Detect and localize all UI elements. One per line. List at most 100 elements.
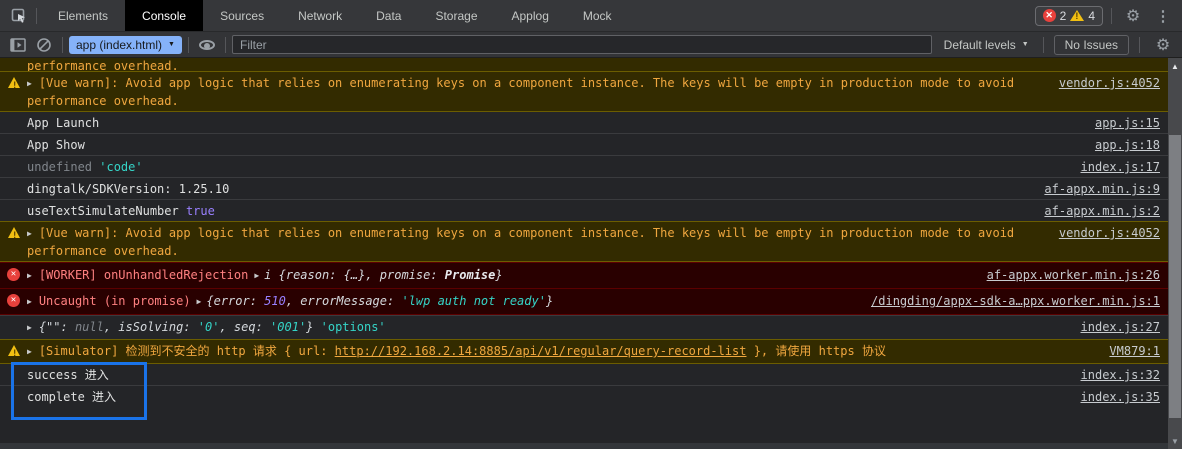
source-link[interactable]: app.js:18 (1095, 137, 1160, 153)
scrollbar-up-icon[interactable]: ▲ (1168, 62, 1182, 71)
tab-applog[interactable]: Applog (495, 0, 566, 31)
message-segment: , errorMessage: (286, 294, 402, 308)
message-segment: {error: (206, 294, 264, 308)
expand-caret-icon[interactable]: ▶ (27, 320, 32, 336)
console-message: ✕▶Uncaught (in promise)▶{error: 510, err… (0, 289, 1168, 315)
url-link[interactable]: http://192.168.2.14:8885/api/v1/regular/… (335, 344, 747, 358)
scrollbar-down-icon[interactable]: ▼ (1168, 437, 1182, 446)
message-text: undefined 'code' (27, 159, 1067, 175)
console-messages: performance overhead.▶[Vue warn]: Avoid … (0, 58, 1182, 449)
inspect-element-icon[interactable] (6, 3, 32, 29)
filter-input[interactable] (232, 35, 932, 54)
console-message: performance overhead. (0, 58, 1168, 72)
message-segment: [Vue warn]: Avoid app logic that relies … (27, 76, 1014, 108)
source-link[interactable]: app.js:15 (1095, 115, 1160, 131)
console-message: ▶{"": null, isSolving: '0', seq: '001'} … (0, 315, 1168, 339)
expand-caret-icon[interactable]: ▶ (254, 268, 259, 284)
error-count-icon: ✕ (1043, 9, 1056, 22)
message-segment: null (75, 320, 104, 334)
message-segment: '001' (270, 320, 306, 334)
tab-elements[interactable]: Elements (41, 0, 125, 31)
toolbar-right: Default levels ▼ No Issues ⚙ (940, 32, 1176, 58)
log-levels-label: Default levels (944, 38, 1016, 52)
chevron-down-icon: ▼ (1022, 41, 1029, 48)
tab-storage[interactable]: Storage (418, 0, 494, 31)
source-link[interactable]: VM879:1 (1109, 343, 1160, 359)
message-segment: dingtalk/SDKVersion: 1.25.10 (27, 182, 229, 196)
console-message: dingtalk/SDKVersion: 1.25.10 af-appx.min.… (0, 177, 1168, 199)
live-expression-eye-icon[interactable] (195, 34, 219, 56)
no-issues-button[interactable]: No Issues (1054, 35, 1129, 55)
more-options-icon[interactable]: ⋮ (1150, 3, 1176, 29)
tab-sources[interactable]: Sources (203, 0, 281, 31)
message-segment: useTextSimulateNumber (27, 204, 186, 218)
message-text: useTextSimulateNumber true (27, 203, 1030, 219)
message-segment: Promise (445, 268, 496, 282)
message-segment: } (306, 320, 320, 334)
divider (1139, 37, 1140, 53)
issues-counter[interactable]: ✕ 2 4 (1035, 6, 1103, 26)
message-segment: Uncaught (in promise) (39, 294, 191, 308)
source-link[interactable]: index.js:17 (1081, 159, 1160, 175)
expand-caret-icon[interactable]: ▶ (27, 344, 32, 360)
message-segment: [WORKER] onUnhandledRejection (39, 268, 249, 282)
message-segment: 510 (264, 294, 286, 308)
source-link[interactable]: af-appx.min.js:2 (1044, 203, 1160, 219)
expand-caret-icon[interactable]: ▶ (27, 226, 32, 242)
source-link[interactable]: vendor.js:4052 (1059, 225, 1160, 241)
message-segment: {reason: {…}, promise: (271, 268, 444, 282)
source-link[interactable]: af-appx.min.js:9 (1044, 181, 1160, 197)
source-link[interactable]: index.js:27 (1081, 319, 1160, 335)
expand-caret-icon[interactable]: ▶ (27, 268, 32, 284)
console-message: ▶[Simulator] 检测到不安全的 http 请求 { url: http… (0, 339, 1168, 364)
message-text: ▶{"": null, isSolving: '0', seq: '001'} … (27, 319, 1067, 337)
message-text: App Show (27, 137, 1081, 153)
console-message: ▶[Vue warn]: Avoid app logic that relies… (0, 221, 1168, 262)
source-link[interactable]: /dingding/appx-sdk-a…ppx.worker.min.js:1 (871, 293, 1160, 309)
tab-network[interactable]: Network (281, 0, 359, 31)
message-segment: {"": (39, 320, 75, 334)
expand-caret-icon[interactable]: ▶ (27, 76, 32, 92)
message-segment: App Show (27, 138, 85, 152)
message-segment: , isSolving: (104, 320, 198, 334)
source-link[interactable]: af-appx.worker.min.js:26 (987, 267, 1160, 283)
message-segment: [Vue warn]: Avoid app logic that relies … (27, 226, 1014, 258)
expand-caret-icon[interactable]: ▶ (27, 294, 32, 310)
tabbar-tabs: ElementsConsoleSourcesNetworkDataStorage… (41, 0, 629, 31)
message-text: complete 进入 (27, 389, 1067, 405)
console-sidebar-icon[interactable] (6, 34, 30, 56)
message-text: App Launch (27, 115, 1081, 131)
divider (62, 37, 63, 53)
context-selector[interactable]: app (index.html) ▼ (69, 36, 182, 54)
clear-console-icon[interactable] (32, 34, 56, 56)
console-message: App Launch app.js:15 (0, 112, 1168, 133)
message-text: performance overhead. (27, 58, 1160, 72)
console-message: undefined 'code' index.js:17 (0, 155, 1168, 177)
console-settings-gear-icon[interactable]: ⚙ (1150, 32, 1176, 58)
scrollbar-thumb[interactable] (1169, 135, 1181, 418)
log-levels-dropdown[interactable]: Default levels ▼ (940, 36, 1033, 54)
message-segment: 'lwp auth not ready' (401, 294, 546, 308)
tab-console[interactable]: Console (125, 0, 203, 31)
warning-icon (8, 345, 20, 356)
tab-data[interactable]: Data (359, 0, 418, 31)
source-link[interactable]: vendor.js:4052 (1059, 75, 1160, 91)
tab-mock[interactable]: Mock (566, 0, 629, 31)
divider (36, 8, 37, 24)
chevron-down-icon: ▼ (168, 41, 175, 48)
message-segment: } (546, 294, 553, 308)
expand-caret-icon[interactable]: ▶ (197, 294, 202, 310)
message-text: ▶ Uncaught (in promise) ▶ {error: 510, erro… (27, 293, 857, 311)
console-message: complete 进入 index.js:35 (0, 385, 1168, 407)
message-text: ▶[Vue warn]: Avoid app logic that relies… (27, 225, 1045, 259)
message-segment: , seq: (219, 320, 270, 334)
warning-icon (8, 77, 20, 88)
vertical-scrollbar[interactable]: ▲ ▼ (1168, 58, 1182, 449)
message-text: success 进入 (27, 367, 1067, 383)
source-link[interactable]: index.js:32 (1081, 367, 1160, 383)
message-text: ▶[Simulator] 检测到不安全的 http 请求 { url: http… (27, 343, 1095, 361)
source-link[interactable]: index.js:35 (1081, 389, 1160, 405)
message-segment: performance overhead. (27, 59, 179, 72)
console-message: success 进入 index.js:32 (0, 364, 1168, 385)
settings-gear-icon[interactable]: ⚙ (1120, 3, 1146, 29)
